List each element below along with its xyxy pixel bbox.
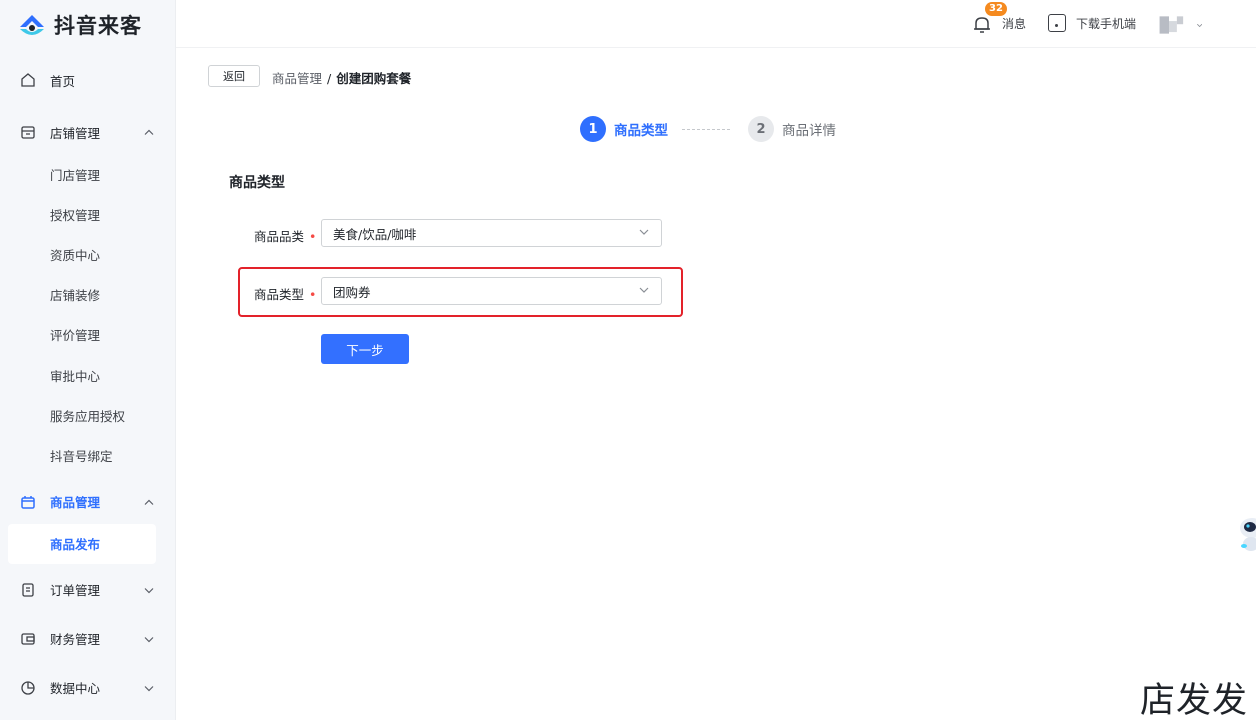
chevron-down-icon [144,680,154,695]
type-value: 团购券 [333,284,371,300]
chevron-down-icon [639,287,649,293]
sidebar-item-label: 店铺管理 [50,125,101,141]
sidebar-item-data-center[interactable]: 数据中心 [0,666,176,710]
sidebar-item-product-management[interactable]: 商品管理 [0,480,176,524]
category-value: 美食/饮品/咖啡 [333,226,417,242]
sidebar-item-label: 数据中心 [50,681,101,697]
assistant-robot-icon[interactable] [1238,512,1256,556]
chevron-down-icon [144,582,154,597]
sidebar-item-approval[interactable]: 审批中心 [0,355,176,395]
chevron-up-icon [144,494,154,509]
breadcrumb-separator: / [327,71,332,86]
step-2-label: 商品详情 [782,123,836,139]
logo-icon [20,15,44,35]
pie-chart-icon [20,680,36,696]
sidebar-item-order-management[interactable]: 订单管理 [0,568,176,612]
download-app-link[interactable]: 下载手机端 [1076,15,1136,32]
required-mark: • [309,229,317,244]
bell-icon[interactable] [971,13,993,35]
sidebar-item-store-decoration[interactable]: 店铺装修 [0,275,176,315]
logo[interactable]: 抖音来客 [16,10,142,40]
sidebar-item-product-publish[interactable]: 商品发布 [8,523,156,564]
breadcrumb: 商品管理 / 创建团购套餐 [272,68,411,87]
sidebar-item-label: 订单管理 [50,583,101,599]
step-2-number: 2 [748,116,774,142]
sidebar: 抖音来客 首页 店铺管理 门店管理 授权管理 资质中心 店铺装修 评价管理 审批… [0,0,176,720]
step-connector [682,128,730,130]
chevron-down-icon [144,631,154,646]
store-icon [20,124,36,140]
breadcrumb-current: 创建团购套餐 [336,71,412,86]
type-label: 商品类型 • [254,284,316,303]
required-mark: • [309,287,317,302]
next-step-button[interactable]: 下一步 [321,334,409,364]
type-select[interactable]: 团购券 [321,277,662,305]
sidebar-item-home[interactable]: 首页 [0,58,176,102]
category-label: 商品品类 • [254,226,316,245]
notification-badge: 32 [985,2,1007,16]
sidebar-item-finance-management[interactable]: 财务管理 [0,617,176,661]
chevron-up-icon [144,125,154,140]
sidebar-item-authorization[interactable]: 授权管理 [0,194,176,234]
mobile-download-icon[interactable] [1048,14,1066,32]
section-title: 商品类型 [229,175,285,191]
type-label-text: 商品类型 [254,287,305,302]
sidebar-nav: 首页 店铺管理 门店管理 授权管理 资质中心 店铺装修 评价管理 审批中心 服务… [0,58,176,710]
chevron-down-icon [639,229,649,235]
sidebar-item-qualification[interactable]: 资质中心 [0,234,176,274]
step-indicator: 1 商品类型 2 商品详情 [580,116,836,142]
breadcrumb-parent[interactable]: 商品管理 [272,71,322,86]
sidebar-item-label: 首页 [50,73,76,89]
avatar[interactable] [1158,10,1202,40]
sidebar-item-label: 商品管理 [50,495,101,510]
sidebar-item-store-list[interactable]: 门店管理 [0,154,176,194]
home-icon [20,72,36,88]
sidebar-item-store-management[interactable]: 店铺管理 [0,110,176,154]
watermark-text: 店发发 [1140,681,1249,720]
sidebar-item-service-auth[interactable]: 服务应用授权 [0,395,176,435]
category-label-text: 商品品类 [254,229,305,244]
messages-link[interactable]: 消息 [1002,15,1026,32]
step-1-number: 1 [580,116,606,142]
sidebar-item-douyin-binding[interactable]: 抖音号绑定 [0,435,176,475]
sidebar-item-label: 财务管理 [50,632,101,648]
step-1-label: 商品类型 [614,123,668,139]
back-button[interactable]: 返回 [208,65,260,87]
wallet-icon [20,631,36,647]
shopping-bag-icon [20,494,36,510]
app-name: 抖音来客 [54,14,142,38]
sidebar-item-reviews[interactable]: 评价管理 [0,315,176,355]
category-select[interactable]: 美食/饮品/咖啡 [321,219,662,247]
clipboard-icon [20,582,36,598]
